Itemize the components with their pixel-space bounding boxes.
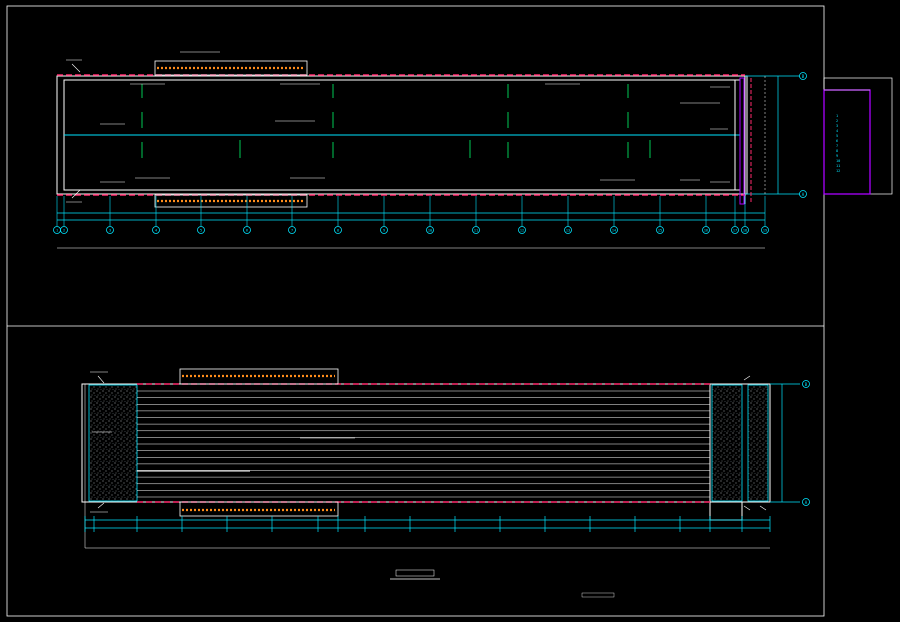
grid-label: 4: [155, 229, 157, 233]
grid-label: 16: [704, 229, 708, 233]
grid-label: 14: [612, 229, 616, 233]
grid-label: 13: [566, 229, 570, 233]
grid-label: 12: [520, 229, 524, 233]
grid-label: 9: [383, 229, 385, 233]
grid-label: 18: [743, 229, 747, 233]
legend-item: 6: [836, 139, 838, 143]
legend-item: 12: [836, 169, 840, 173]
legend-item: 5: [836, 134, 838, 138]
grid-label: 15: [658, 229, 662, 233]
legend-item: 1: [836, 114, 838, 118]
concrete-block-left: [88, 384, 138, 502]
legend-item: 9: [836, 154, 838, 158]
legend-item: 7: [836, 144, 838, 148]
grid-label: 3: [109, 229, 111, 233]
grid-label: 2: [63, 229, 65, 233]
concrete-block-right-2: [747, 384, 769, 502]
grid-label: 6: [246, 229, 248, 233]
cad-drawing: 1 2 3 4 5 6 7 8 9 10 11 12 13 14 15 16 17 18 19 B A: [0, 0, 900, 622]
legend-item: 3: [836, 124, 838, 128]
grid-label: 11: [474, 229, 478, 233]
legend-item: 8: [836, 149, 838, 153]
grid-label: 10: [428, 229, 432, 233]
grid-label: 7: [291, 229, 293, 233]
grid-label: 1: [56, 229, 58, 233]
concrete-block-right-1: [711, 384, 743, 502]
grid-label: 8: [337, 229, 339, 233]
legend-item: 2: [836, 119, 838, 123]
legend-item: 11: [836, 164, 840, 168]
legend-item: 10: [836, 159, 840, 163]
legend-item: 4: [836, 129, 838, 133]
grid-label: 5: [200, 229, 202, 233]
grid-label: 17: [733, 229, 737, 233]
grid-label: 19: [763, 229, 767, 233]
